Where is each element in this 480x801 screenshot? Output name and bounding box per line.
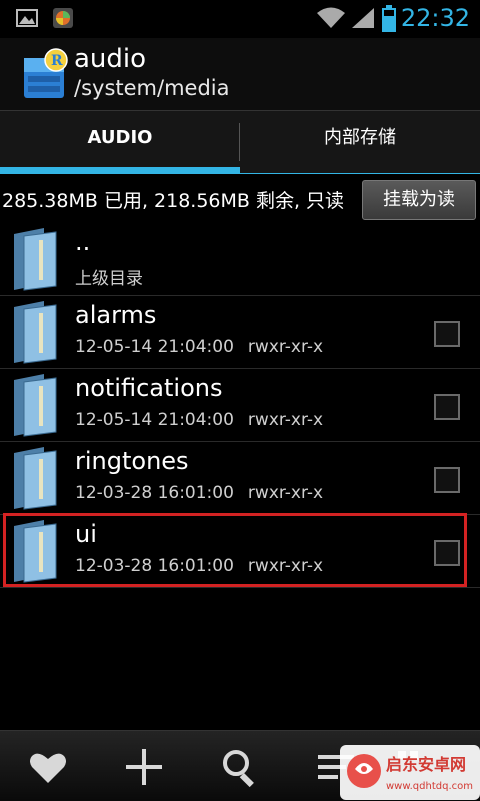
title-bar: R audio /system/media: [0, 38, 480, 110]
list-item-alarms[interactable]: alarms 12-05-14 21:04:00 rwxr-xr-x: [0, 295, 480, 369]
folder-icon: [14, 301, 57, 364]
file-name: notifications: [75, 374, 223, 402]
page-title: audio: [74, 44, 147, 74]
battery-icon: [382, 5, 396, 32]
svg-text:www.qdhtdq.com: www.qdhtdq.com: [386, 781, 473, 792]
file-permissions: rwxr-xr-x: [247, 337, 324, 357]
svg-text:启东安卓网: 启东安卓网: [386, 755, 466, 774]
gallery-icon: [16, 9, 38, 27]
file-date: 12-05-14 21:04:00: [75, 337, 234, 357]
folder-icon: [14, 374, 57, 437]
file-name: alarms: [75, 301, 157, 329]
file-date: 12-03-28 16:01:00: [75, 483, 234, 503]
file-permissions: rwxr-xr-x: [247, 410, 324, 430]
file-permissions: rwxr-xr-x: [247, 483, 324, 503]
signal-icon: [352, 8, 374, 28]
search-icon[interactable]: [218, 745, 262, 789]
current-path: /system/media: [74, 76, 230, 100]
mount-button[interactable]: 挂载为读: [362, 180, 476, 220]
storage-info-bar: 285.38MB 已用, 218.56MB 剩余, 只读 挂载为读: [0, 174, 480, 222]
tab-bar: AUDIO 内部存储: [0, 110, 480, 175]
clock: 22:32: [400, 4, 470, 32]
svg-text:R: R: [51, 53, 63, 69]
list-item-notifications[interactable]: notifications 12-05-14 21:04:00 rwxr-xr-x: [0, 368, 480, 442]
site-watermark-logo: 启东安卓网 www.qdhtdq.com: [340, 745, 480, 800]
file-list: .. 上级目录 alarms 12-05-14 21:04:00 rwxr-xr-…: [0, 222, 480, 730]
list-item-parent-directory[interactable]: .. 上级目录: [0, 222, 480, 296]
folder-icon: [14, 447, 57, 510]
file-detail: 上级目录: [75, 269, 143, 289]
file-meta: 12-05-14 21:04:00 rwxr-xr-x: [75, 337, 323, 357]
wifi-icon: [317, 7, 345, 28]
file-date: 12-05-14 21:04:00: [75, 410, 234, 430]
list-item-ringtones[interactable]: ringtones 12-03-28 16:01:00 rwxr-xr-x: [0, 441, 480, 515]
add-icon[interactable]: [122, 745, 166, 789]
folder-icon: [14, 228, 57, 291]
select-checkbox[interactable]: [434, 321, 460, 347]
app-logo-icon: [53, 8, 73, 28]
select-checkbox[interactable]: [434, 467, 460, 493]
storage-usage-text: 285.38MB 已用, 218.56MB 剩余, 只读: [2, 190, 345, 212]
favorite-icon[interactable]: [26, 745, 70, 789]
status-bar: 22:32: [0, 0, 480, 38]
root-explorer-logo[interactable]: R: [22, 48, 68, 100]
file-name: ringtones: [75, 447, 189, 475]
file-meta: 12-05-14 21:04:00 rwxr-xr-x: [75, 410, 323, 430]
tab-audio[interactable]: AUDIO: [0, 111, 240, 175]
file-name: ..: [75, 228, 91, 256]
file-meta: 12-03-28 16:01:00 rwxr-xr-x: [75, 483, 323, 503]
select-checkbox[interactable]: [434, 394, 460, 420]
highlight-box: [3, 513, 467, 587]
tab-internal-storage[interactable]: 内部存储: [240, 111, 480, 175]
